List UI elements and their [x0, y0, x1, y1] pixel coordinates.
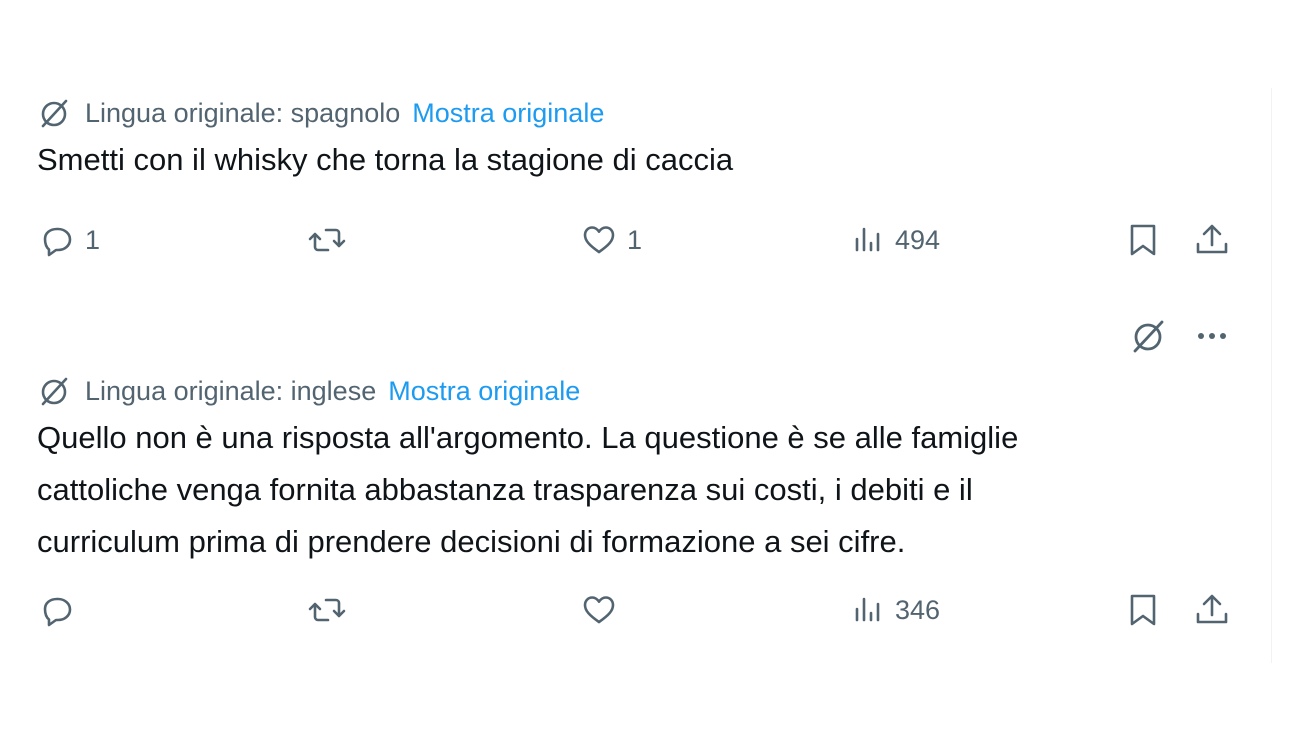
- bookmark-icon: [1125, 220, 1161, 260]
- more-button[interactable]: [1193, 318, 1233, 358]
- reply-icon: [37, 220, 77, 260]
- bookmark-button[interactable]: [1125, 220, 1161, 260]
- tweet[interactable]: Lingua originale: inglese Mostra origina…: [37, 318, 1237, 627]
- translate-icon: [37, 374, 71, 408]
- heart-icon: [579, 220, 619, 260]
- reply-button[interactable]: [37, 590, 85, 630]
- views-icon: [851, 220, 887, 260]
- views-button[interactable]: 346: [851, 590, 940, 630]
- like-button[interactable]: 1: [579, 220, 642, 260]
- translate-icon: [37, 96, 71, 130]
- like-button[interactable]: [579, 590, 619, 630]
- show-original-link[interactable]: Mostra originale: [412, 98, 604, 129]
- timeline-divider: [1271, 88, 1272, 663]
- translation-label: Lingua originale: inglese: [85, 375, 377, 406]
- show-original-link[interactable]: Mostra originale: [388, 376, 580, 407]
- translation-notice: Lingua originale: spagnolo Mostra origin…: [37, 96, 1237, 130]
- tweet-header-tools: [37, 318, 1237, 358]
- translate-icon: [1128, 316, 1168, 361]
- bookmark-button[interactable]: [1125, 590, 1161, 630]
- views-icon: [851, 590, 887, 630]
- tweet-actions: 346: [37, 590, 1237, 630]
- share-button[interactable]: [1192, 590, 1232, 630]
- translate-button[interactable]: [1128, 318, 1168, 358]
- views-button[interactable]: 494: [851, 220, 940, 260]
- translation-label: Lingua originale: spagnolo: [85, 97, 401, 128]
- tweet[interactable]: Lingua originale: spagnolo Mostra origin…: [37, 96, 1237, 257]
- retweet-button[interactable]: [305, 220, 349, 260]
- tweet-text: Smetti con il whisky che torna la stagio…: [37, 142, 734, 177]
- views-count: 346: [895, 594, 941, 625]
- retweet-button[interactable]: [305, 590, 349, 630]
- reply-count: 1: [85, 224, 101, 255]
- translation-notice: Lingua originale: inglese Mostra origina…: [37, 374, 1237, 408]
- tweet-actions: 1 1 494: [37, 220, 1237, 260]
- bookmark-icon: [1125, 590, 1161, 630]
- share-icon: [1192, 220, 1232, 260]
- retweet-icon: [305, 590, 349, 630]
- heart-icon: [579, 590, 619, 630]
- retweet-icon: [305, 220, 349, 260]
- tweet-text: Quello non è una risposta all'argomento.…: [37, 420, 1019, 559]
- reply-icon: [37, 590, 77, 630]
- views-count: 494: [895, 224, 941, 255]
- share-icon: [1192, 590, 1232, 630]
- share-button[interactable]: [1192, 220, 1232, 260]
- reply-button[interactable]: 1: [37, 220, 100, 260]
- like-count: 1: [627, 224, 643, 255]
- more-icon: [1193, 316, 1233, 361]
